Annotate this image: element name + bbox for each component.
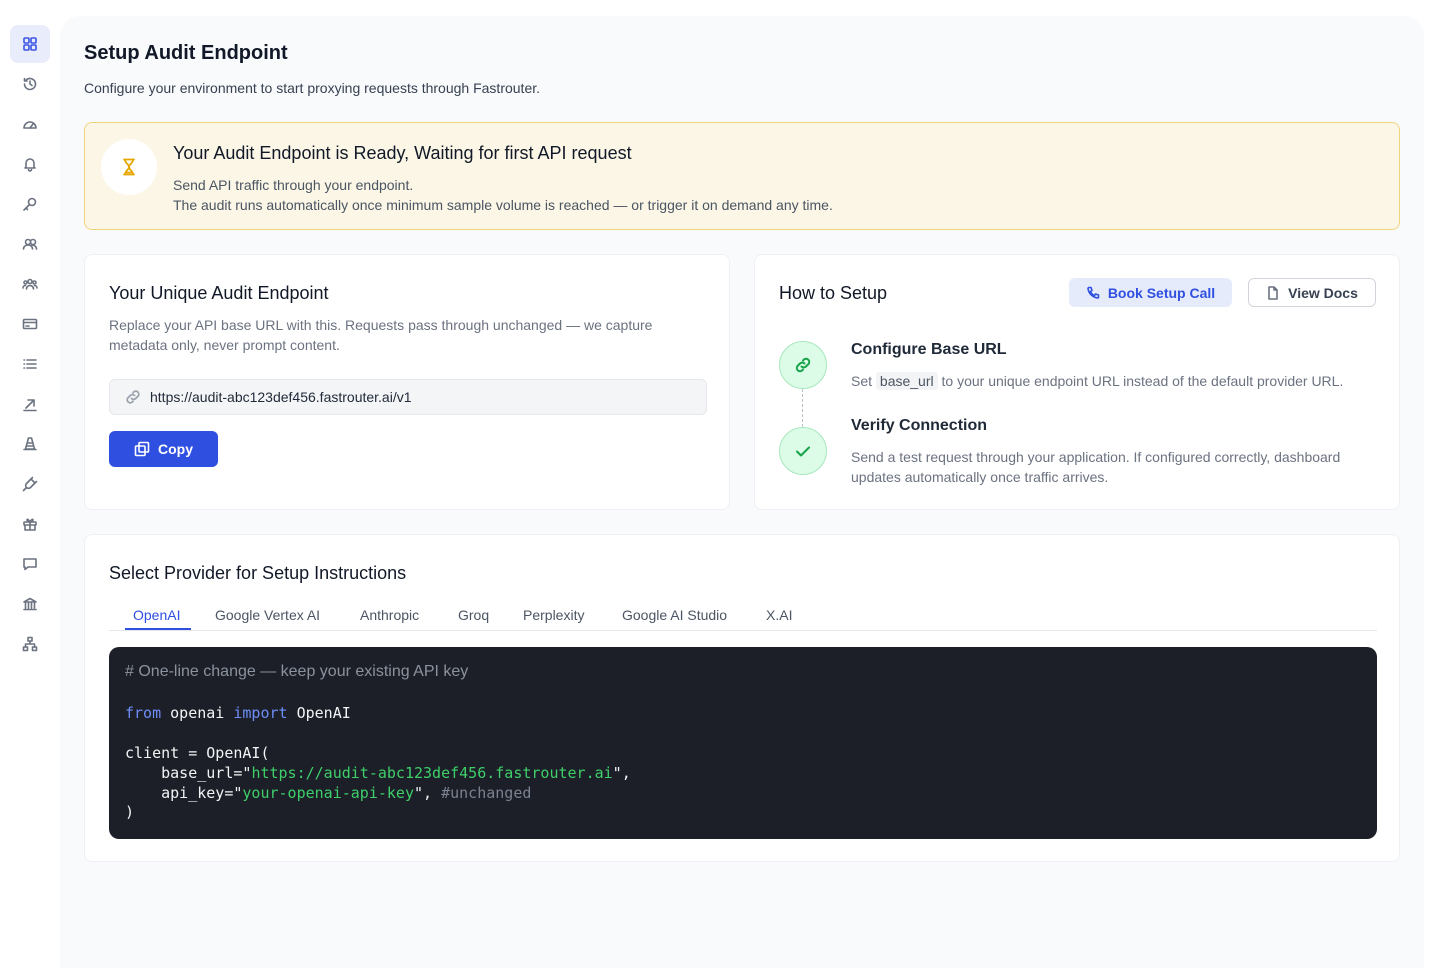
banner-badge	[101, 139, 157, 195]
plug-icon	[22, 476, 38, 492]
endpoint-url: https://audit-abc123def456.fastrouter.ai…	[150, 389, 412, 405]
cone-icon	[23, 437, 37, 451]
sidebar-item-export[interactable]	[10, 385, 50, 423]
credit-card-icon	[22, 318, 38, 330]
link-icon	[795, 357, 811, 373]
code-api-key-comment: #unchanged	[441, 784, 532, 802]
users-icon	[22, 238, 38, 250]
setup-card: How to Setup Book Setup Call View Docs C…	[754, 254, 1400, 510]
sidebar-item-list[interactable]	[10, 345, 50, 383]
provider-tabs: OpenAI Google Vertex AI Anthropic Groq P…	[109, 595, 1377, 631]
sidebar-item-network[interactable]	[10, 625, 50, 663]
document-icon	[1268, 285, 1278, 300]
sidebar-item-dashboard[interactable]	[10, 25, 50, 63]
sidebar-item-notifications[interactable]	[10, 145, 50, 183]
history-icon	[23, 77, 37, 91]
sidebar	[0, 0, 60, 968]
provider-card: Select Provider for Setup Instructions O…	[84, 534, 1400, 862]
code-class-name: OpenAI	[296, 704, 351, 722]
status-banner: Your Audit Endpoint is Ready, Waiting fo…	[84, 122, 1400, 230]
step-2-title: Verify Connection	[851, 417, 988, 434]
sidebar-item-gauge[interactable]	[10, 105, 50, 143]
sidebar-item-rewards[interactable]	[10, 505, 50, 543]
page-title: Setup Audit Endpoint	[84, 42, 288, 64]
tab-google-vertex-ai[interactable]: Google Vertex AI	[215, 607, 320, 631]
copy-button-label: Copy	[158, 441, 193, 457]
check-icon	[796, 446, 810, 457]
step-connector	[802, 389, 803, 427]
code-client-line: client = OpenAI(	[125, 744, 270, 762]
sidebar-item-bank[interactable]	[10, 585, 50, 623]
sidebar-item-team[interactable]	[10, 265, 50, 303]
list-icon	[23, 359, 37, 369]
step-2-badge	[779, 427, 827, 475]
step-2-description: Send a test request through your applica…	[851, 449, 1341, 485]
code-base-url-end: ",	[612, 764, 631, 782]
code-import-line: from openai import OpenAI	[125, 704, 351, 722]
main-content: Setup Audit Endpoint Configure your envi…	[60, 16, 1424, 968]
active-tab-indicator	[125, 628, 191, 630]
network-icon	[22, 636, 38, 652]
code-api-key-end: ",	[414, 784, 442, 802]
sidebar-item-integrations[interactable]	[10, 465, 50, 503]
page-subtitle: Configure your environment to start prox…	[84, 80, 541, 96]
code-comment: # One-line change — keep your existing A…	[125, 663, 469, 680]
team-icon	[22, 278, 38, 290]
code-api-key-value: your-openai-api-key	[242, 784, 414, 802]
setup-card-title: How to Setup	[779, 283, 888, 303]
key-icon	[23, 197, 37, 211]
bank-icon	[23, 597, 37, 611]
gift-icon	[23, 518, 37, 531]
dashboard-icon	[23, 37, 37, 51]
banner-line-1: Send API traffic through your endpoint.	[173, 177, 414, 193]
endpoint-url-field[interactable]: https://audit-abc123def456.fastrouter.ai…	[109, 379, 707, 415]
gauge-icon	[23, 121, 37, 129]
sidebar-item-cone[interactable]	[10, 425, 50, 463]
step-1-title: Configure Base URL	[851, 341, 1007, 358]
hourglass-icon	[123, 158, 135, 176]
phone-icon	[1087, 286, 1100, 299]
tab-anthropic[interactable]: Anthropic	[360, 607, 419, 631]
code-base-url-value: https://audit-abc123def456.fastrouter.ai	[251, 764, 613, 782]
code-close-line: )	[125, 803, 135, 821]
tab-xai[interactable]: X.AI	[766, 607, 792, 631]
endpoint-card: Your Unique Audit Endpoint Replace your …	[84, 254, 730, 510]
endpoint-card-title: Your Unique Audit Endpoint	[109, 283, 329, 303]
sidebar-item-users[interactable]	[10, 225, 50, 263]
bell-icon	[24, 158, 36, 172]
sidebar-item-billing[interactable]	[10, 305, 50, 343]
code-api-key-key: api_key="	[125, 784, 243, 802]
sidebar-item-keys[interactable]	[10, 185, 50, 223]
code-base-url-key: base_url="	[125, 764, 252, 782]
view-docs-button[interactable]: View Docs	[1248, 278, 1376, 307]
copy-button[interactable]: Copy	[109, 431, 218, 467]
copy-icon	[134, 441, 150, 457]
step-1-description: Set base_url to your unique endpoint URL…	[851, 371, 1381, 391]
provider-card-title: Select Provider for Setup Instructions	[109, 563, 407, 583]
sidebar-item-history[interactable]	[10, 65, 50, 103]
step-1-desc-after: to your unique endpoint URL instead of t…	[941, 373, 1344, 389]
code-kw-import: import	[233, 704, 288, 722]
code-kw-from: from	[125, 704, 162, 722]
code-api-key-line: api_key="your-openai-api-key", #unchange…	[125, 784, 531, 802]
arrow-up-right-icon	[23, 399, 37, 412]
tab-groq[interactable]: Groq	[458, 607, 489, 631]
book-setup-call-button[interactable]: Book Setup Call	[1069, 278, 1232, 307]
tab-perplexity[interactable]: Perplexity	[523, 607, 584, 631]
chat-icon	[23, 558, 37, 571]
tab-google-ai-studio[interactable]: Google AI Studio	[622, 607, 727, 631]
sidebar-item-messages[interactable]	[10, 545, 50, 583]
banner-line-2: The audit runs automatically once minimu…	[173, 197, 833, 213]
step-1-badge	[779, 341, 827, 389]
endpoint-card-description: Replace your API base URL with this. Req…	[109, 317, 653, 353]
code-base-url-line: base_url="https://audit-abc123def456.fas…	[125, 764, 631, 782]
code-module: openai	[170, 704, 225, 722]
code-block[interactable]: # One-line change — keep your existing A…	[109, 647, 1377, 839]
view-docs-label: View Docs	[1288, 284, 1358, 301]
book-setup-call-label: Book Setup Call	[1107, 284, 1216, 301]
step-1-code: base_url	[875, 372, 938, 390]
link-icon	[126, 390, 140, 404]
step-1-desc-before: Set	[851, 373, 873, 389]
banner-title: Your Audit Endpoint is Ready, Waiting fo…	[173, 143, 632, 163]
